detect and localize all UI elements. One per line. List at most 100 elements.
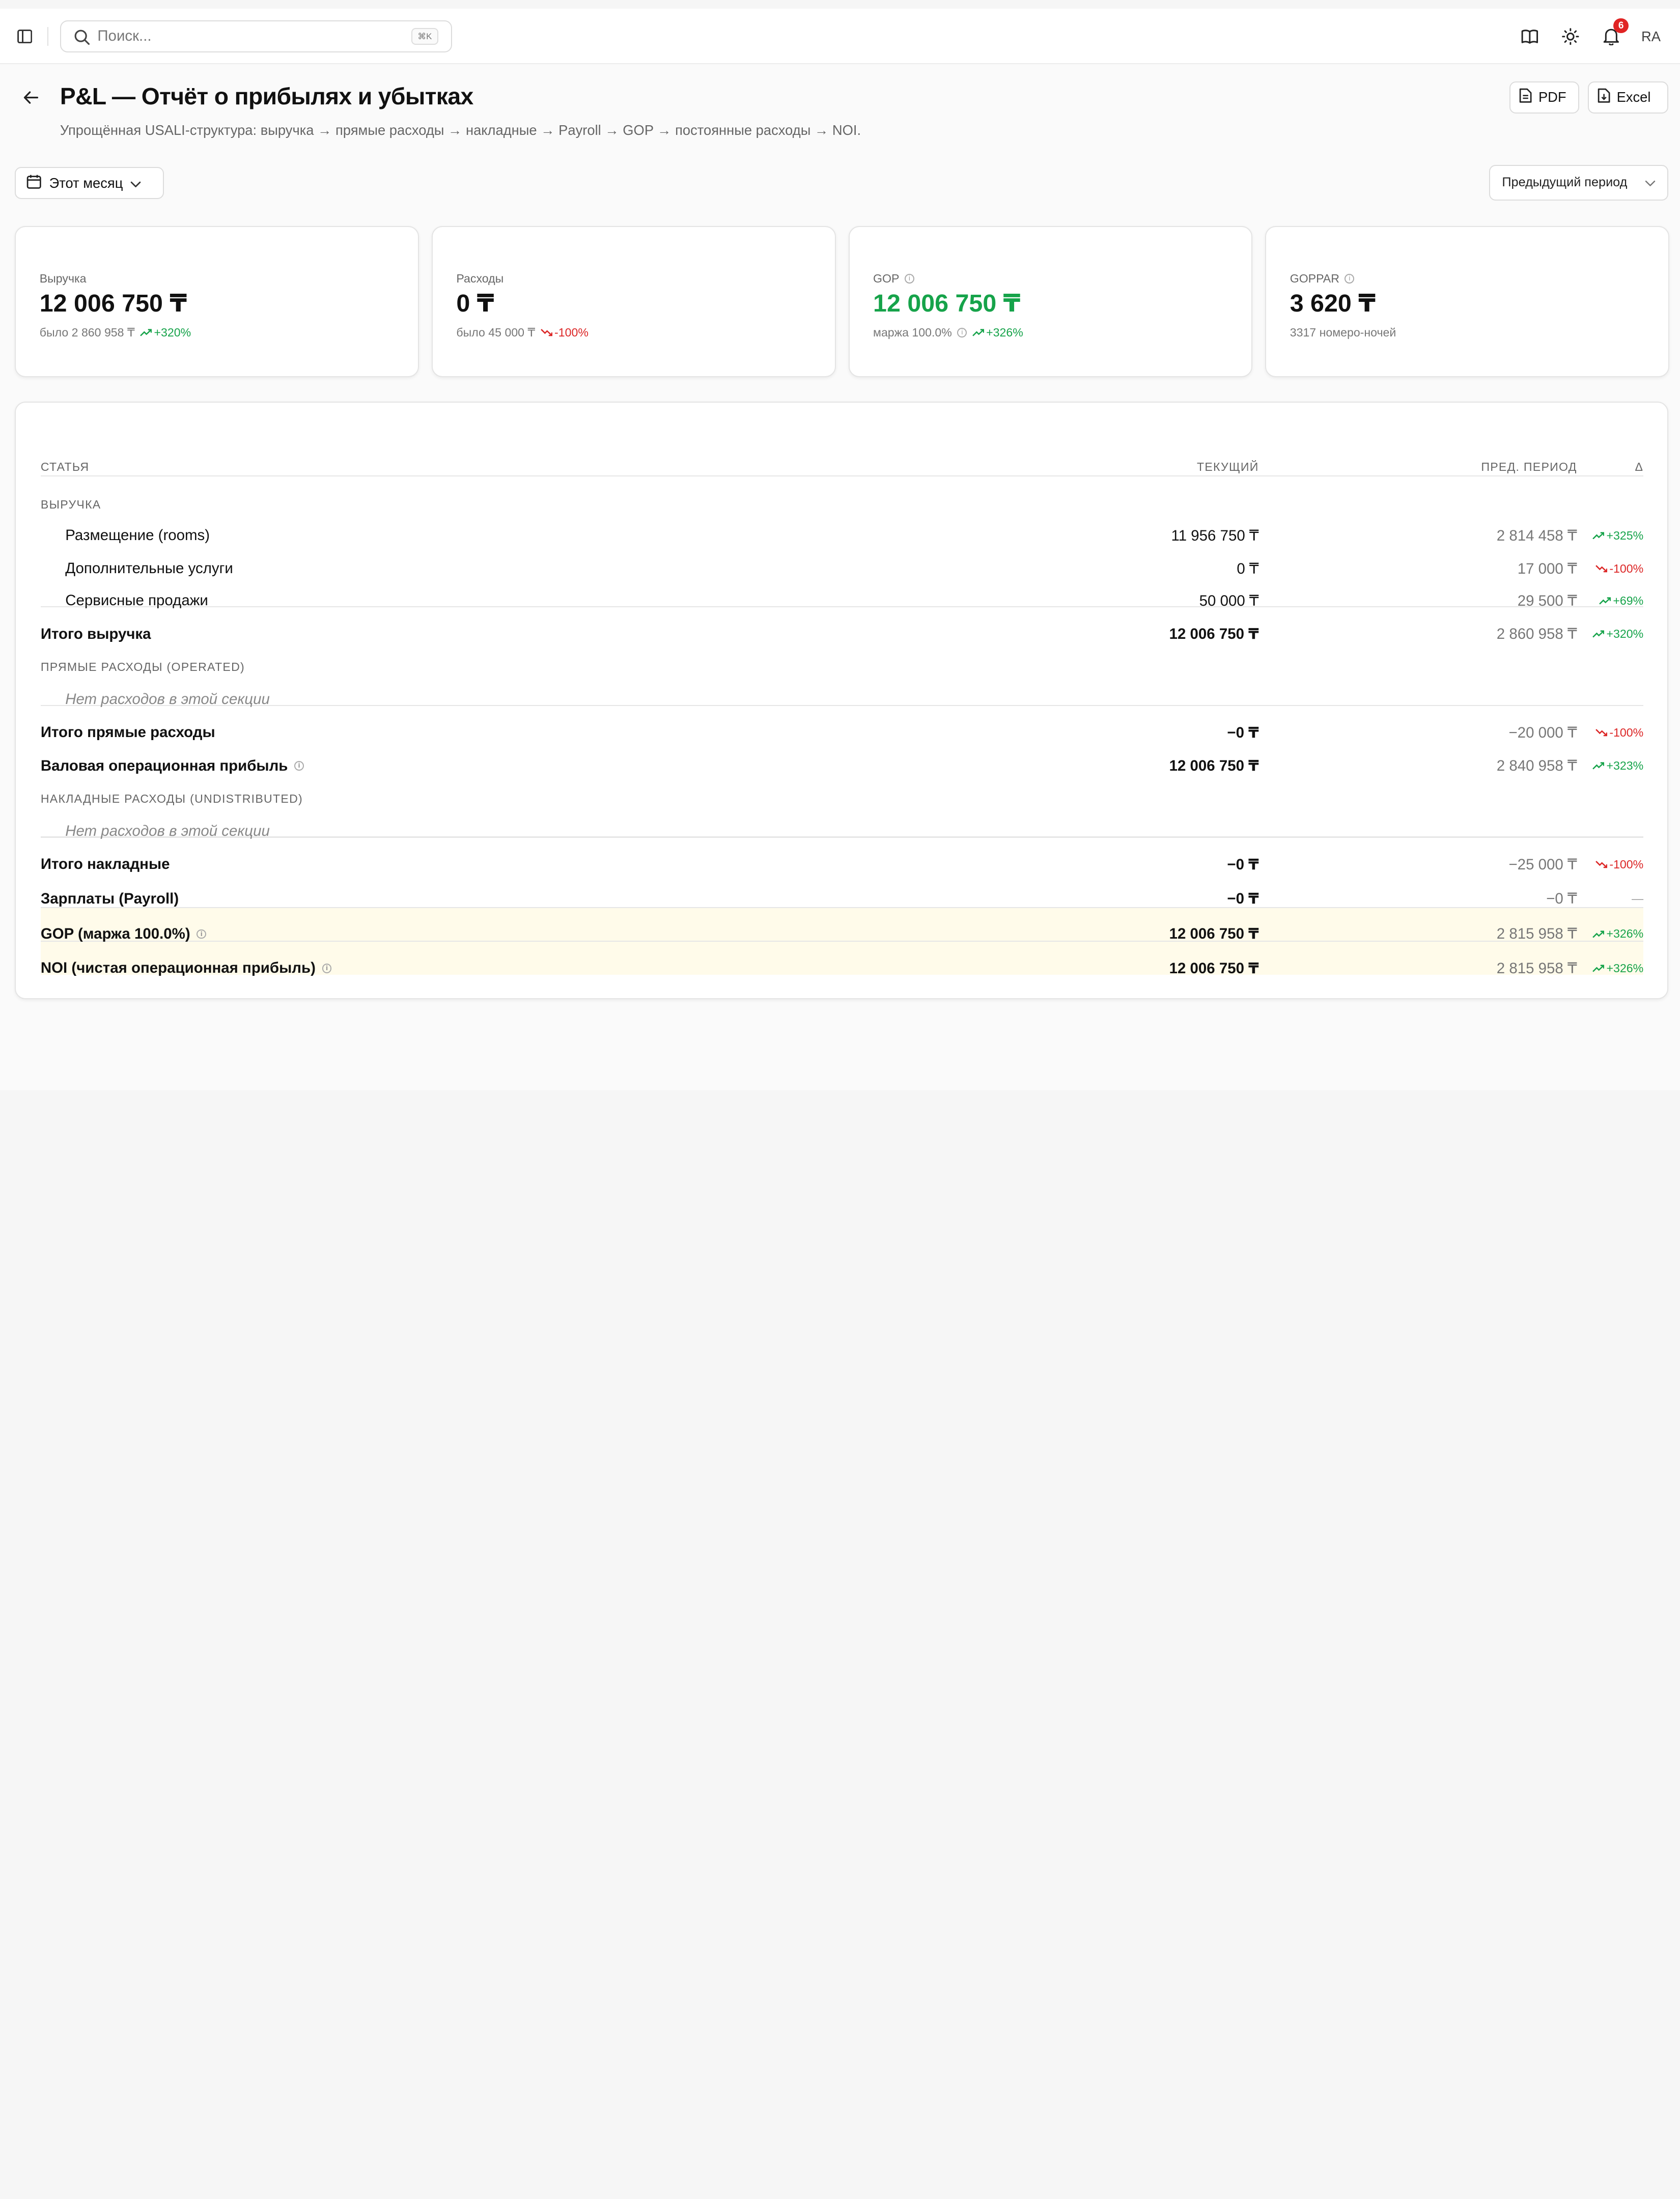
notification-count-badge: 6	[1613, 18, 1629, 34]
table-row: Размещение (rooms) 11 956 750 ₸ 2 814 458 …	[41, 525, 1643, 546]
kpi-room-nights: 3317 номеро-ночей	[1290, 325, 1396, 339]
compare-period-value: Предыдущий период	[1502, 175, 1628, 190]
top-bar: ⌘K 6 RA	[0, 8, 1680, 65]
current-value: 12 006 750 ₸	[1169, 626, 1259, 643]
chevron-down-icon	[1645, 175, 1656, 190]
info-icon[interactable]: i	[904, 274, 914, 284]
row-label: Итого выручка	[41, 626, 151, 643]
calendar-icon	[26, 174, 42, 192]
table-row: Итого прямые расходы −0 ₸ −20 000 ₸ -100%	[41, 722, 1643, 743]
period-select[interactable]: Этот месяц	[15, 167, 164, 200]
previous-value: −25 000 ₸	[1508, 856, 1577, 873]
current-value: 12 006 750 ₸	[1169, 925, 1259, 943]
trend-up-icon	[1592, 965, 1605, 972]
section-header-row: ПРЯМЫЕ РАСХОДЫ (OPERATED)	[41, 660, 1643, 674]
file-text-icon	[1519, 88, 1532, 106]
trend-down-icon	[1595, 565, 1608, 573]
previous-value: −0 ₸	[1546, 890, 1577, 908]
delta-value: +326%	[1592, 962, 1643, 975]
row-label-text: Нет расходов в этой секции	[65, 822, 270, 839]
info-icon[interactable]: i	[294, 761, 304, 771]
search-icon	[74, 29, 90, 50]
empty-section-row: Нет расходов в этой секции	[41, 689, 1643, 710]
kpi-subtext: было 45 000 ₸ -100%	[456, 326, 589, 340]
table-header-row: СТАТЬЯ ТЕКУЩИЙ ПРЕД. ПЕРИОД Δ	[41, 460, 1643, 474]
current-value: 11 956 750 ₸	[1171, 527, 1259, 544]
row-label-text: Итого выручка	[40, 625, 151, 642]
delta-value: -100%	[1595, 726, 1643, 740]
current-value: −0 ₸	[1227, 856, 1259, 873]
divider	[40, 475, 1644, 477]
user-avatar[interactable]: RA	[1635, 26, 1667, 47]
trend-up-icon	[1599, 597, 1611, 605]
row-label: Нет расходов в этой секции	[65, 691, 270, 708]
trend-down-icon	[1595, 729, 1608, 737]
export-excel-button[interactable]: Excel	[1587, 81, 1668, 114]
kpi-delta-text: +320%	[154, 325, 191, 339]
column-header-previous: ПРЕД. ПЕРИОД	[1481, 460, 1577, 473]
current-value: 12 006 750 ₸	[1169, 960, 1259, 977]
table-row: Итого накладные −0 ₸ −25 000 ₸ -100%	[41, 854, 1643, 875]
page-title: P&L — Отчёт о прибылях и убытках	[60, 83, 473, 110]
delta-value: +320%	[1592, 627, 1643, 641]
search-box[interactable]: ⌘K	[60, 20, 453, 53]
column-header-item: СТАТЬЯ	[40, 460, 90, 473]
row-label-text: Размещение (rooms)	[65, 527, 210, 544]
file-download-icon	[1598, 88, 1610, 106]
table-row: GOP (маржа 100.0%) i 12 006 750 ₸ 2 815 958…	[41, 923, 1643, 945]
previous-value: 17 000 ₸	[1517, 560, 1577, 577]
kpi-card-goppar: GOPPAR i 3 620 ₸ 3317 номеро-ночей	[1265, 226, 1669, 377]
kpi-delta: +326%	[972, 326, 1023, 340]
column-header-delta: Δ	[1635, 460, 1644, 473]
table-row: Зарплаты (Payroll) −0 ₸ −0 ₸ —	[41, 888, 1643, 910]
info-icon[interactable]: i	[197, 929, 207, 939]
kpi-value: 12 006 750 ₸	[873, 290, 1021, 318]
kpi-label: Выручка	[40, 272, 87, 286]
trend-up-icon	[1592, 762, 1605, 770]
trend-up-icon	[1592, 630, 1605, 638]
kpi-label-text: GOP	[873, 272, 900, 286]
row-label-text: Дополнительные услуги	[65, 560, 233, 577]
trend-down-icon	[540, 328, 552, 336]
kpi-label-text: GOPPAR	[1290, 272, 1339, 286]
delta-text: -100%	[1609, 561, 1644, 575]
export-pdf-button[interactable]: PDF	[1509, 81, 1580, 114]
row-label: Нет расходов в этой секции	[65, 823, 270, 840]
kpi-subtext: 3317 номеро-ночей	[1290, 326, 1396, 340]
trend-up-icon	[140, 329, 152, 336]
compare-period-select[interactable]: Предыдущий период	[1489, 165, 1668, 201]
delta-text: +326%	[1606, 927, 1644, 941]
book-icon[interactable]	[1519, 26, 1541, 47]
export-excel-label: Excel	[1616, 89, 1651, 105]
info-icon[interactable]: i	[1345, 274, 1355, 284]
info-icon[interactable]: i	[322, 963, 332, 973]
divider	[47, 26, 48, 46]
back-arrow-icon[interactable]	[21, 88, 41, 107]
search-input[interactable]	[97, 26, 419, 46]
row-label-text: GOP (маржа 100.0%)	[40, 925, 190, 942]
info-icon[interactable]: i	[957, 327, 967, 337]
row-label-text: Зарплаты (Payroll)	[40, 890, 179, 907]
section-header-row: НАКЛАДНЫЕ РАСХОДЫ (UNDISTRIBUTED)	[41, 792, 1643, 806]
theme-toggle-sun-icon[interactable]	[1560, 26, 1581, 47]
kpi-margin: маржа 100.0%	[873, 325, 952, 339]
current-value: 12 006 750 ₸	[1169, 757, 1259, 775]
delta-value: +325%	[1592, 529, 1643, 543]
sidebar-toggle-icon[interactable]	[15, 27, 34, 46]
delta-text: +326%	[1606, 961, 1644, 975]
table-row: Сервисные продажи 50 000 ₸ 29 500 ₸ +69%	[41, 590, 1643, 611]
row-label-text: ВЫРУЧКА	[40, 497, 101, 511]
period-select-value: Этот месяц	[49, 175, 123, 191]
shortcut-hint: ⌘K	[411, 27, 438, 45]
row-label: Валовая операционная прибыль i	[41, 757, 304, 775]
pnl-table: СТАТЬЯ ТЕКУЩИЙ ПРЕД. ПЕРИОД Δ ВЫРУЧКА Раз…	[15, 402, 1668, 1000]
row-label: NOI (чистая операционная прибыль) i	[41, 960, 332, 977]
previous-value: 2 814 458 ₸	[1496, 527, 1577, 544]
kpi-card-expenses: Расходы 0 ₸ было 45 000 ₸ -100%	[432, 226, 836, 377]
app-window: ⌘K 6 RA P&L — Отчёт о прибылях и убытках…	[0, 8, 1680, 1091]
row-label: НАКЛАДНЫЕ РАСХОДЫ (UNDISTRIBUTED)	[41, 792, 303, 806]
previous-value: 2 815 958 ₸	[1496, 925, 1577, 943]
trend-up-icon	[972, 329, 984, 336]
kpi-value: 12 006 750 ₸	[39, 290, 187, 318]
delta-text: +323%	[1606, 759, 1644, 773]
